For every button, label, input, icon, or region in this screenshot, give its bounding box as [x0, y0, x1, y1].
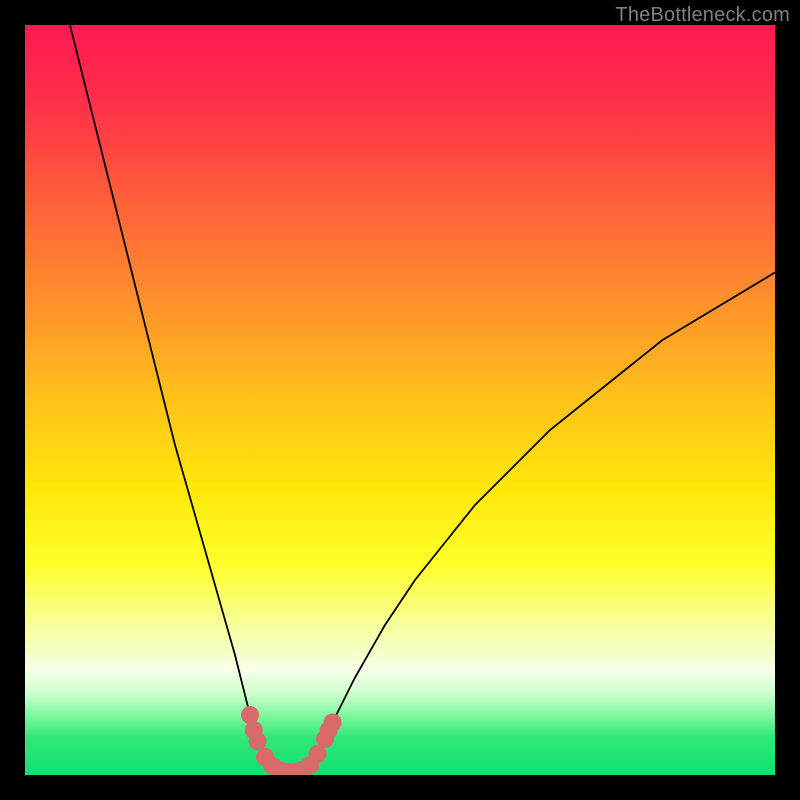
bottleneck-chart: [25, 25, 775, 775]
watermark-label: TheBottleneck.com: [615, 4, 790, 27]
sweet-spot-marker: [249, 732, 267, 750]
chart-frame: TheBottleneck.com: [0, 0, 800, 800]
gradient-background: [25, 25, 775, 775]
plot-area: [25, 25, 775, 775]
sweet-spot-marker: [241, 706, 259, 724]
sweet-spot-marker: [324, 714, 342, 732]
